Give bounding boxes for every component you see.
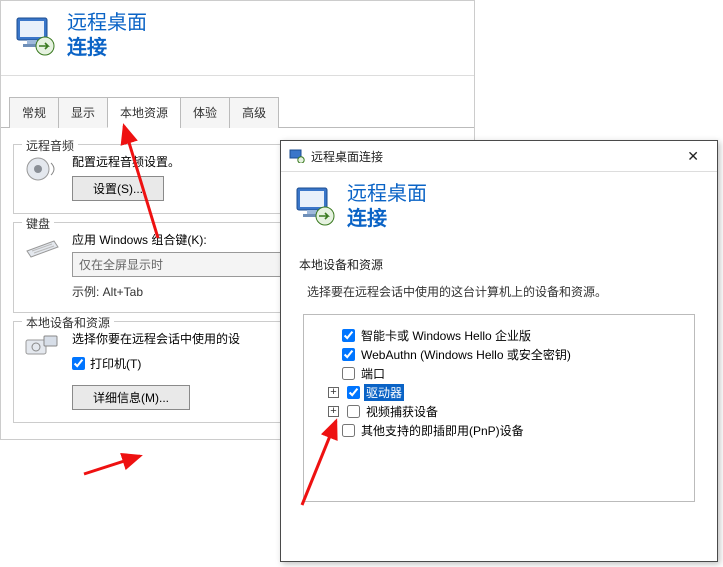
checkbox-drives[interactable] [347, 386, 360, 399]
label-pnp: 其他支持的即插即用(PnP)设备 [359, 422, 526, 439]
expander-drives[interactable]: + [328, 387, 339, 398]
app-title: 远程桌面 连接 [67, 11, 147, 61]
devices-icon [24, 332, 60, 360]
dialog-title-line1: 远程桌面 [347, 182, 427, 207]
tab-general[interactable]: 常规 [9, 97, 59, 128]
dialog-body: 本地设备和资源 选择要在远程会话中使用的这台计算机上的设备和资源。 智能卡或 W… [281, 246, 717, 516]
tree-node-webauthn[interactable]: WebAuthn (Windows Hello 或安全密钥) [318, 346, 684, 363]
label-video: 视频捕获设备 [364, 403, 440, 420]
details-button[interactable]: 详细信息(M)... [72, 385, 190, 410]
dialog-title: 远程桌面 连接 [347, 182, 427, 232]
audio-settings-button[interactable]: 设置(S)... [72, 176, 164, 201]
checkbox-ports[interactable] [342, 367, 355, 380]
annotation-arrow-2 [80, 450, 150, 482]
tree-node-video[interactable]: + 视频捕获设备 [318, 403, 684, 420]
dialog-title-line2: 连接 [347, 207, 427, 232]
legend-keyboard: 键盘 [22, 215, 54, 232]
tab-experience[interactable]: 体验 [180, 97, 230, 128]
keyboard-icon [24, 233, 60, 261]
details-dialog: 远程桌面连接 ✕ 远程桌面 连接 本地设备和资源 选择要在远程会话中使用的这台计… [280, 140, 718, 562]
tree-node-ports[interactable]: 端口 [318, 365, 684, 382]
tab-display[interactable]: 显示 [58, 97, 108, 128]
app-title-line2: 连接 [67, 36, 147, 61]
expander-video[interactable]: + [328, 406, 339, 417]
app-title-line1: 远程桌面 [67, 11, 147, 36]
dialog-close-button[interactable]: ✕ [677, 147, 709, 165]
label-webauthn: WebAuthn (Windows Hello 或安全密钥) [359, 346, 573, 363]
tree-node-drives[interactable]: + 驱动器 [318, 384, 684, 401]
checkbox-webauthn[interactable] [342, 348, 355, 361]
tabs: 常规 显示 本地资源 体验 高级 [1, 96, 474, 128]
checkbox-smartcard[interactable] [342, 329, 355, 342]
tab-local-resources[interactable]: 本地资源 [107, 97, 181, 128]
printer-label: 打印机(T) [90, 355, 141, 372]
legend-local-devices: 本地设备和资源 [22, 314, 114, 331]
dialog-group-desc: 选择要在远程会话中使用的这台计算机上的设备和资源。 [299, 283, 699, 300]
tab-advanced[interactable]: 高级 [229, 97, 279, 128]
label-smartcard: 智能卡或 Windows Hello 企业版 [359, 327, 533, 344]
checkbox-video[interactable] [347, 405, 360, 418]
checkbox-pnp[interactable] [342, 424, 355, 437]
label-drives: 驱动器 [364, 384, 404, 401]
rdp-icon [15, 16, 57, 56]
dialog-titlebar-text: 远程桌面连接 [311, 148, 383, 165]
main-header: 远程桌面 连接 [1, 1, 474, 76]
tree-node-pnp[interactable]: 其他支持的即插即用(PnP)设备 [318, 422, 684, 439]
printer-checkbox[interactable] [72, 357, 85, 370]
legend-remote-audio: 远程音频 [22, 137, 78, 154]
keyboard-combo-select[interactable]: 仅在全屏显示时 [72, 252, 292, 277]
tree-node-smartcard[interactable]: 智能卡或 Windows Hello 企业版 [318, 327, 684, 344]
dialog-titlebar-icon [289, 149, 305, 163]
printer-checkbox-row[interactable]: 打印机(T) [72, 355, 141, 372]
label-ports: 端口 [359, 365, 387, 382]
dialog-group-title: 本地设备和资源 [299, 256, 699, 273]
dialog-titlebar: 远程桌面连接 ✕ [281, 141, 717, 172]
device-tree[interactable]: 智能卡或 Windows Hello 企业版 WebAuthn (Windows… [303, 314, 695, 502]
audio-icon [24, 155, 60, 183]
dialog-header: 远程桌面 连接 [281, 172, 717, 246]
rdp-icon [295, 186, 337, 229]
